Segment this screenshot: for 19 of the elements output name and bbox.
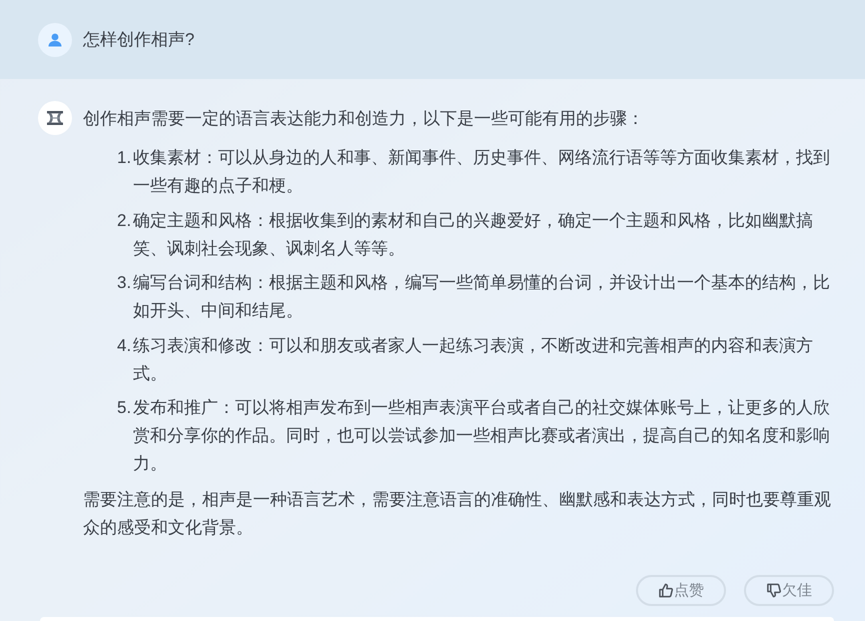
answer-intro: 创作相声需要一定的语言表达能力和创造力，以下是一些可能有用的步骤： — [83, 108, 645, 130]
step-text: 编写台词和结构：根据主题和风格，编写一些简单易懂的台词，并设计出一个基本的结构，比如开头、中间和结尾。 — [133, 272, 831, 322]
answer-closing: 需要注意的是，相声是一种语言艺术，需要注意语言的准确性、幽默感和表达方式，同时也要尊重观众的感受和文化背景。 — [83, 489, 832, 539]
step-number: 5. — [117, 397, 132, 419]
step-text: 发布和推广：可以将相声发布到一些相声表演平台或者自己的社交媒体账号上，让更多的人欣赏和分享你的作品。同时，也可以尝试参加一些相声比赛或者演出，提高自己的知名度和影响力。 — [133, 397, 831, 475]
step-number: 3. — [117, 272, 132, 294]
question-text: 怎样创作相声? — [83, 28, 194, 51]
step-text: 确定主题和风格：根据收集到的素材和自己的兴趣爱好，确定一个主题和风格，比如幽默搞笑、讽刺社会现象、讽刺名人等等。 — [133, 210, 814, 260]
thumbs-up-icon — [658, 583, 673, 598]
step-number: 4. — [117, 334, 132, 356]
user-avatar-icon — [38, 22, 72, 56]
step-text: 收集素材：可以从身边的人和事、新闻事件、历史事件、网络流行语等等方面收集素材，找到一些有趣的点子和梗。 — [133, 147, 831, 197]
step-number: 2. — [117, 210, 132, 232]
thumbs-down-icon — [766, 583, 781, 598]
bot-avatar-icon — [38, 101, 72, 135]
step-text: 练习表演和修改：可以和朋友或者家人一起练习表演，不断改进和完善相声的内容和表演方式。 — [133, 334, 814, 384]
step-number: 1. — [117, 147, 132, 169]
dislike-button[interactable]: 欠佳 — [744, 575, 834, 606]
like-button[interactable]: 点赞 — [636, 575, 726, 606]
